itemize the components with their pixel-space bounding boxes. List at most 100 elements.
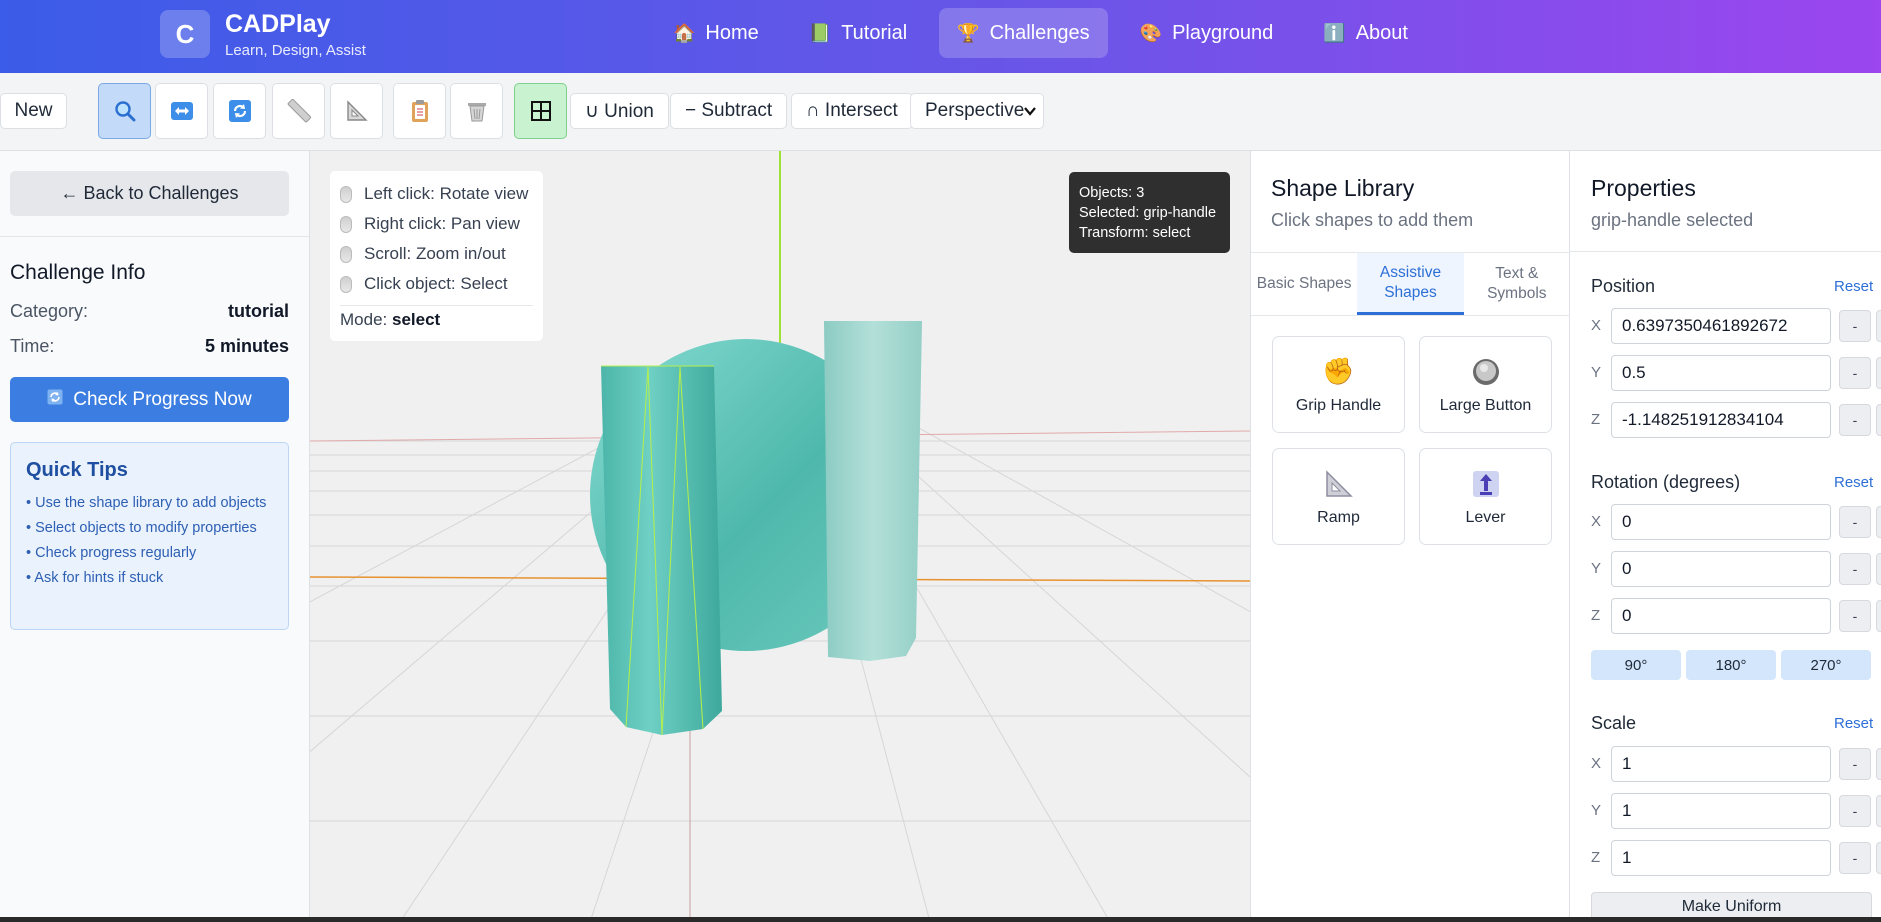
book-icon: 📗 <box>808 22 832 43</box>
position-y-input[interactable] <box>1611 355 1831 391</box>
controls-help-panel: Left click: Rotate view Right click: Pan… <box>330 171 543 341</box>
nav-playground[interactable]: 🎨 Playground <box>1122 8 1292 58</box>
rotate-270-button[interactable]: 270° <box>1781 650 1871 680</box>
nav-about[interactable]: ℹ️ About <box>1305 8 1426 58</box>
transform-mode: Transform: select <box>1079 225 1191 241</box>
rotation-y-decrement[interactable]: - <box>1839 553 1871 585</box>
grid-toggle-button[interactable] <box>514 83 567 139</box>
large-button-icon <box>1469 355 1503 389</box>
position-reset-link[interactable]: Reset <box>1834 278 1873 295</box>
3d-viewport[interactable]: Left click: Rotate view Right click: Pan… <box>310 151 1250 922</box>
axis-label-y: Y <box>1591 560 1602 577</box>
chevron-down-icon <box>1024 100 1037 122</box>
shape-label: Lever <box>1465 508 1506 526</box>
fist-icon: ✊ <box>1322 356 1355 386</box>
new-button[interactable]: New <box>0 93 67 129</box>
nav-home[interactable]: 🏠 Home <box>655 8 777 58</box>
scale-z-increment[interactable] <box>1876 842 1881 874</box>
tab-basic-shapes[interactable]: Basic Shapes <box>1251 253 1357 315</box>
tip-item: • Check progress regularly <box>26 545 197 561</box>
position-x-increment[interactable] <box>1876 310 1881 342</box>
scale-x-input[interactable] <box>1611 746 1831 782</box>
shape-library-panel: Shape Library Click shapes to add them B… <box>1250 151 1570 922</box>
divider <box>1570 251 1881 252</box>
scale-reset-link[interactable]: Reset <box>1834 715 1873 732</box>
app-header: C CADPlay Learn, Design, Assist 🏠 Home 📗… <box>0 0 1881 73</box>
nav-home-label: Home <box>705 21 759 44</box>
measure-tool-button[interactable] <box>272 83 325 139</box>
position-y-decrement[interactable]: - <box>1839 357 1871 389</box>
shape-ramp[interactable]: Ramp <box>1272 448 1405 545</box>
nav-tutorial[interactable]: 📗 Tutorial <box>791 8 925 58</box>
nav-challenges[interactable]: 🏆 Challenges <box>939 8 1108 58</box>
mode-indicator: Mode: select <box>340 310 533 330</box>
tab-text-symbols[interactable]: Text & Symbols <box>1464 253 1570 315</box>
ruler-icon <box>286 98 312 124</box>
scale-y-decrement[interactable]: - <box>1839 795 1871 827</box>
divider <box>0 236 309 237</box>
shape-grip-handle[interactable]: ✊ Grip Handle <box>1272 336 1405 433</box>
view-mode-select[interactable]: Perspective <box>910 93 1044 129</box>
help-row: Scroll: Zoom in/out <box>340 239 533 269</box>
cylinder-object <box>824 321 922 661</box>
intersect-button[interactable]: ∩ Intersect <box>791 93 913 129</box>
nav-challenges-label: Challenges <box>989 21 1090 44</box>
rotation-x-input[interactable] <box>1611 504 1831 540</box>
rotation-reset-link[interactable]: Reset <box>1834 474 1873 491</box>
scale-z-decrement[interactable]: - <box>1839 842 1871 874</box>
rotation-y-input[interactable] <box>1611 551 1831 587</box>
tab-assistive-shapes[interactable]: Assistive Shapes <box>1357 253 1464 315</box>
rotation-z-increment[interactable] <box>1876 600 1881 632</box>
rotation-y-increment[interactable] <box>1876 553 1881 585</box>
rotation-z-decrement[interactable]: - <box>1839 600 1871 632</box>
scale-z-input[interactable] <box>1611 840 1831 876</box>
paste-button[interactable] <box>393 83 446 139</box>
category-row: Category: tutorial <box>10 301 289 322</box>
scale-x-increment[interactable] <box>1876 748 1881 780</box>
grip-handle-object <box>601 366 722 735</box>
axis-label-z: Z <box>1591 849 1601 866</box>
position-z-increment[interactable] <box>1876 404 1881 436</box>
help-row: Click object: Select <box>340 269 533 299</box>
home-icon: 🏠 <box>673 22 696 43</box>
position-y-increment[interactable] <box>1876 357 1881 389</box>
rotation-x-increment[interactable] <box>1876 506 1881 538</box>
main-nav: 🏠 Home 📗 Tutorial 🏆 Challenges 🎨 Playgro… <box>655 8 1426 58</box>
rotation-x-decrement[interactable]: - <box>1839 506 1871 538</box>
help-text: Left click: Rotate view <box>364 184 529 203</box>
rotate-tool-button[interactable] <box>213 83 266 139</box>
union-button[interactable]: ∪ Union <box>570 93 669 129</box>
category-key: Category: <box>10 301 89 321</box>
brand-name[interactable]: CADPlay <box>225 10 331 39</box>
select-tool-button[interactable] <box>98 83 151 139</box>
delete-button[interactable] <box>450 83 503 139</box>
scale-y-input[interactable] <box>1611 793 1831 829</box>
shape-large-button[interactable]: Large Button <box>1419 336 1552 433</box>
rotation-z-input[interactable] <box>1611 598 1831 634</box>
rotate-180-button[interactable]: 180° <box>1686 650 1776 680</box>
properties-title: Properties <box>1591 175 1696 201</box>
move-tool-button[interactable] <box>155 83 208 139</box>
subtract-button[interactable]: − Subtract <box>670 93 788 129</box>
position-z-input[interactable] <box>1611 402 1831 438</box>
rotate-90-button[interactable]: 90° <box>1591 650 1681 680</box>
scene-info-overlay: Objects: 3 Selected: grip-handle Transfo… <box>1069 172 1230 253</box>
trash-icon <box>464 98 490 124</box>
position-x-decrement[interactable]: - <box>1839 310 1871 342</box>
logo[interactable]: C <box>160 10 210 58</box>
position-z-decrement[interactable]: - <box>1839 404 1871 436</box>
angle-tool-button[interactable] <box>330 83 383 139</box>
library-tabs: Basic Shapes Assistive Shapes Text & Sym… <box>1251 252 1570 316</box>
back-to-challenges-button[interactable]: ← Back to Challenges <box>10 171 289 216</box>
trophy-icon: 🏆 <box>957 22 980 43</box>
axis-label-x: X <box>1591 317 1602 334</box>
tip-item: • Select objects to modify properties <box>26 520 257 536</box>
axis-label-x: X <box>1591 755 1602 772</box>
check-progress-button[interactable]: Check Progress Now <box>10 377 289 422</box>
scale-y-increment[interactable] <box>1876 795 1881 827</box>
shape-lever[interactable]: Lever <box>1419 448 1552 545</box>
position-x-input[interactable] <box>1611 308 1831 344</box>
scale-x-decrement[interactable]: - <box>1839 748 1871 780</box>
view-mode-value: Perspective <box>925 100 1025 121</box>
window-bottom-edge <box>0 917 1881 922</box>
